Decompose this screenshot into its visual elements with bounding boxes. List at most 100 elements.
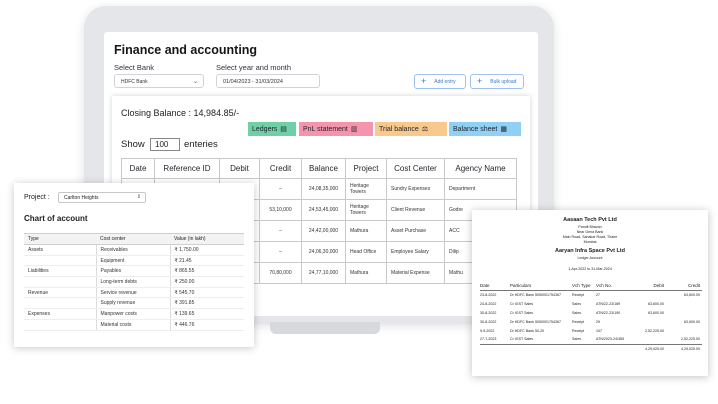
table-cell: 30-8-2022 [480, 310, 497, 315]
tab-ledgers[interactable]: Ledgers ▤ [248, 122, 296, 136]
column-header[interactable]: Credit [259, 158, 302, 179]
table-cell: 23-8-2022 [480, 292, 497, 297]
table-cell: Mathura [345, 220, 387, 242]
value-cell: ₹ 21.45 [169, 255, 244, 267]
entries-label: enteries [184, 139, 218, 150]
table-cell: Head Office [345, 241, 387, 263]
table-cell: 24,06,30,000 [301, 241, 346, 263]
totals-row: 4,29,025.00 4,29,025.00 [480, 343, 702, 353]
table-cell: 9-9-2022 [480, 328, 495, 333]
table-cell: Department [444, 178, 517, 200]
laptop-stand [270, 322, 380, 334]
column-header[interactable]: Project [345, 158, 387, 179]
tab-pnl-statement[interactable]: PnL statement ▥ [299, 122, 373, 136]
table-cell: 27-7-2023 [480, 337, 497, 342]
address-line: Main Road, Sahakar Road, Thane [562, 235, 618, 239]
table-header-row: Type Cost center Value (in lakh) [24, 233, 244, 245]
column-header[interactable]: Agency Name [444, 158, 517, 179]
value-cell: ₹ 1,750.00 [169, 244, 244, 256]
type-cell [24, 276, 96, 288]
column-header: Cost center [96, 233, 170, 245]
table-cell: Dr HDFC Bank 5050001754367 [510, 319, 561, 324]
column-header[interactable]: Cost Center [386, 158, 445, 179]
voucher-table: Date Particulars Vch Type Vch No. Debit … [480, 282, 702, 353]
table-row: 30-8-2022 Dr HDFC Bank 5050001754367 Recei… [480, 317, 702, 326]
total-debit: 4,29,025.00 [632, 343, 666, 353]
table-cell: Sales [572, 337, 581, 342]
bar-chart-icon: ▥ [350, 126, 358, 133]
year-label: Select year and month [216, 63, 292, 72]
value-cell: ₹ 139.65 [169, 308, 244, 320]
tab-pnl-label: PnL statement [303, 125, 348, 133]
table-cell [572, 343, 596, 353]
table-cell: Heritage Towers [345, 199, 387, 221]
tab-balance-sheet[interactable]: Balance sheet ▦ [449, 122, 521, 136]
table-cell: Cr IGST Sales [510, 337, 534, 342]
cost-center-cell: Material costs [95, 319, 170, 331]
table-cell: ATN/22-23/189 [596, 301, 621, 306]
table-cell [632, 317, 666, 326]
table-cell: – [259, 241, 302, 263]
table-cell: Sales [572, 301, 581, 306]
value-cell: ₹ 391.85 [169, 297, 244, 310]
show-label: Show [121, 139, 145, 150]
column-header[interactable]: Debit [219, 158, 260, 179]
table-row: 27-7-2023 Cr IGST Sales Sales ATN/2023-24/3… [480, 335, 702, 344]
document-icon: ▤ [280, 126, 287, 133]
table-cell: Receipt [572, 292, 585, 297]
page-title: Finance and accounting [114, 43, 258, 57]
table-cell: 24,77,10,000 [301, 262, 346, 284]
type-cell: Assets [24, 244, 96, 256]
cost-center-cell: Supply revenue [95, 297, 170, 310]
column-header[interactable]: Reference ID [154, 158, 220, 179]
table-row: Revenue Service revenue ₹ 545.70 [24, 287, 244, 299]
table-cell: Cr IGST Sales [510, 310, 534, 315]
cost-center-cell: Equipment [95, 255, 170, 267]
column-header: Credit [666, 282, 702, 291]
table-cell: 63,600.00 [648, 301, 664, 306]
cost-center-cell: Manpower costs [95, 308, 170, 320]
scale-icon: ⚖ [421, 126, 429, 133]
table-cell: 53,10,000 [259, 199, 302, 221]
total-credit: 4,29,025.00 [666, 343, 702, 353]
table-cell: ATN/2023-24/365 [596, 337, 625, 342]
table-row: 24-8-2022 Cr IGST Sales Sales ATN/22-23/189… [480, 299, 702, 308]
column-header: Value (in lakh) [170, 233, 244, 245]
table-cell [510, 343, 572, 353]
table-cell: 27 [596, 292, 600, 297]
bank-select[interactable]: HDFC Bank ⌄ [114, 74, 204, 88]
table-cell: Receipt [572, 319, 585, 324]
table-cell [632, 290, 666, 299]
table-cell: – [259, 220, 302, 242]
table-cell: ATN/22-23/190 [596, 310, 621, 315]
table-cell: Sundry Expenses [386, 178, 445, 200]
table-cell: 2,52,225.00 [681, 337, 700, 342]
tab-trial-balance[interactable]: Trial balance ⚖ [375, 122, 447, 136]
table-header-row: Date Reference ID Debit Credit Balance P… [121, 158, 517, 179]
bulk-upload-button[interactable]: + Bulk upload [470, 74, 524, 89]
type-cell: Liabilities [24, 265, 96, 278]
project-select[interactable]: Carlton Heights ⇕ [58, 192, 146, 203]
address-line: Mumbai [583, 240, 597, 244]
add-entry-button[interactable]: + Add entry [414, 74, 466, 89]
column-header[interactable]: Balance [301, 158, 346, 179]
table-cell: 107 [596, 328, 602, 333]
table-cell: 2,52,225.00 [645, 328, 664, 333]
table-cell: Receipt [572, 328, 585, 333]
entries-count-select[interactable]: 100 [150, 138, 180, 151]
table-row: Liabilities Payables ₹ 865.55 [24, 265, 244, 278]
table-row: Supply revenue ₹ 391.85 [24, 297, 244, 310]
address-line: Near Dena Bank [576, 230, 604, 234]
ledger-account-document: Aasaan Tech Pvt Ltd Pandit Bhavan Near D… [472, 210, 708, 376]
table-cell: 63,600.00 [648, 310, 664, 315]
party-name: Aaryan Infra Space Pvt Ltd [555, 248, 625, 254]
column-header[interactable]: Date [121, 158, 155, 179]
table-cell: Asset Purchase [386, 220, 445, 242]
year-month-input[interactable]: 01/04/2023 - 31/03/2024 [216, 74, 320, 88]
type-cell [24, 297, 96, 310]
table-cell: 24,42,00,000 [301, 220, 346, 242]
chart-of-account-table: Type Cost center Value (in lakh) Assets R… [24, 233, 244, 331]
bulk-upload-label: Bulk upload [490, 78, 517, 85]
chart-of-account-title: Chart of account [24, 214, 88, 223]
table-cell: Heritage Towers [345, 178, 387, 200]
